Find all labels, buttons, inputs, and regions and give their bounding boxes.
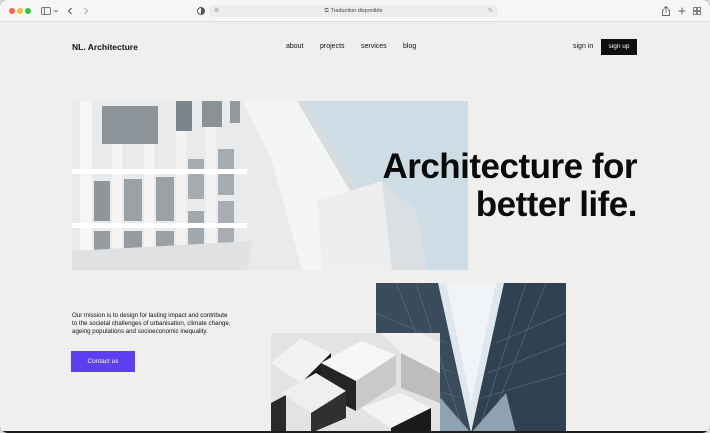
share-icon[interactable] — [661, 5, 671, 17]
balconies-image — [271, 333, 440, 433]
nav-link-projects[interactable]: projects — [320, 43, 345, 50]
new-tab-icon[interactable] — [677, 5, 687, 17]
minimize-window-button[interactable] — [17, 8, 23, 14]
address-text: ⧉ Traduction disponible — [209, 5, 498, 17]
mission-text: Our mission is to design for lasting imp… — [72, 312, 231, 335]
sign-in-link[interactable]: sign in — [573, 43, 593, 50]
chevron-down-icon[interactable] — [53, 5, 59, 17]
sidebar-toggle-icon[interactable] — [40, 5, 52, 17]
web-page: NL. Architecture about projects services… — [0, 22, 710, 433]
zoom-window-button[interactable] — [25, 8, 31, 14]
address-label: Traduction disponible — [330, 8, 383, 14]
hero-headline: Architecture for better life. — [330, 148, 637, 224]
nav-link-services[interactable]: services — [361, 43, 387, 50]
browser-toolbar: ⚙ ⧉ Traduction disponible ↻ — [0, 0, 710, 22]
browser-window: ⚙ ⧉ Traduction disponible ↻ NL. Architec… — [0, 0, 710, 433]
contact-us-button[interactable]: Contact us — [71, 351, 135, 372]
hero-headline-line1: Architecture for — [382, 147, 637, 186]
privacy-shield-icon[interactable] — [196, 5, 206, 17]
sign-up-button[interactable]: sign up — [601, 39, 637, 55]
tab-overview-icon[interactable] — [692, 5, 702, 17]
site-logo[interactable]: NL. Architecture — [72, 42, 138, 52]
forward-icon[interactable] — [82, 5, 90, 17]
hero-headline-line2: better life. — [475, 185, 638, 224]
back-icon[interactable] — [66, 5, 74, 17]
address-bar[interactable]: ⚙ ⧉ Traduction disponible ↻ — [209, 5, 498, 17]
nav-link-about[interactable]: about — [286, 43, 304, 50]
reload-icon[interactable]: ↻ — [488, 5, 493, 17]
nav-link-blog[interactable]: blog — [403, 43, 416, 50]
close-window-button[interactable] — [9, 8, 15, 14]
